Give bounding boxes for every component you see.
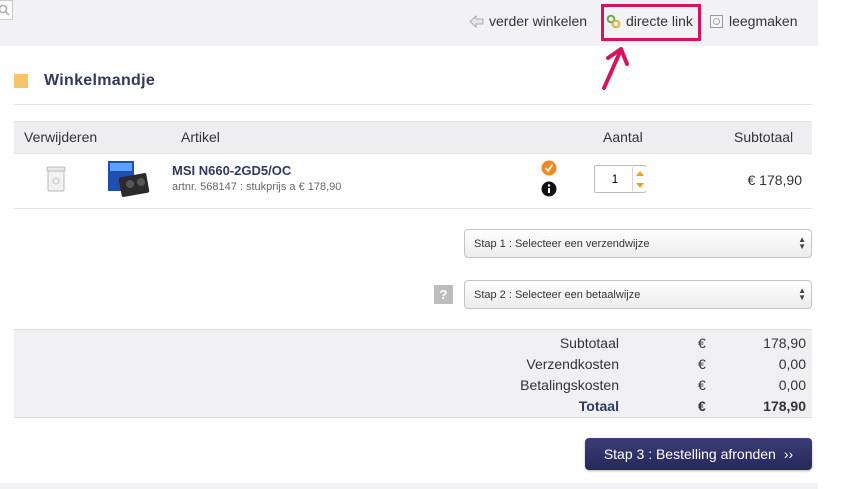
- payment-select-label: Stap 2 : Selecteer een betaalwijze: [474, 289, 641, 301]
- header-article: Artikel: [181, 129, 220, 145]
- quantity-input[interactable]: [599, 171, 631, 187]
- select-arrows-icon: ▲ ▼: [798, 286, 806, 302]
- totals-currency: €: [698, 377, 706, 393]
- empty-cart-label: leegmaken: [729, 13, 798, 29]
- page-title: Winkelmandje: [44, 72, 156, 89]
- search-icon: [0, 4, 10, 16]
- graphics-card-image[interactable]: [106, 155, 150, 199]
- annotation-arrow-icon: [602, 47, 629, 90]
- totals-currency: €: [698, 356, 706, 372]
- chevron-down-icon: [635, 182, 644, 188]
- chevron-up-icon: [635, 170, 644, 176]
- row-subtotal: € 178,90: [747, 172, 803, 188]
- cart-table-header: Verwijderen Artikel Aantal Subtotaal: [14, 121, 812, 154]
- header-remove: Verwijderen: [24, 129, 98, 145]
- header-subtotal: Subtotaal: [734, 129, 794, 145]
- annotation-highlight-box: [601, 4, 701, 41]
- footer-strip: [0, 483, 818, 489]
- checkout-label: Stap 3 : Bestelling afronden: [603, 446, 776, 462]
- table-row: MSI N660-2GD5/OC artnr. 568147 : stukpri…: [14, 153, 812, 209]
- totals-value: 0,00: [778, 377, 806, 393]
- continue-shopping-link[interactable]: verder winkelen: [469, 13, 587, 29]
- product-meta: artnr. 568147 : stukprijs a € 178,90: [172, 181, 342, 193]
- totals-row-total: Totaal € 178,90: [14, 395, 812, 416]
- payment-help-button[interactable]: ?: [434, 285, 453, 304]
- totals-row-shipping: Verzendkosten € 0,00: [14, 353, 812, 374]
- totals-value: 178,90: [763, 335, 806, 351]
- totals-label: Verzendkosten: [526, 356, 619, 372]
- payment-method-select[interactable]: Stap 2 : Selecteer een betaalwijze ▲ ▼: [464, 280, 812, 309]
- totals-label: Betalingskosten: [520, 377, 619, 393]
- totals-row-payment-costs: Betalingskosten € 0,00: [14, 374, 812, 395]
- in-stock-check-icon: [541, 160, 557, 176]
- clear-icon: [710, 14, 723, 28]
- search-button[interactable]: [0, 0, 13, 20]
- select-arrows-icon: ▲ ▼: [798, 235, 806, 251]
- totals-value: 0,00: [778, 356, 806, 372]
- divider: [14, 104, 812, 105]
- page-heading: Winkelmandje: [14, 72, 155, 90]
- product-name-link[interactable]: MSI N660-2GD5/OC: [172, 163, 291, 178]
- shipping-method-select[interactable]: Stap 1 : Selecteer een verzendwijze ▲ ▼: [464, 229, 812, 258]
- totals-currency: €: [698, 398, 706, 414]
- trash-icon[interactable]: [46, 166, 66, 192]
- totals-label: Subtotaal: [559, 335, 619, 351]
- empty-cart-link[interactable]: leegmaken: [709, 13, 798, 29]
- info-icon[interactable]: [541, 181, 557, 197]
- header-quantity: Aantal: [603, 129, 643, 145]
- arrow-back-icon: [469, 14, 484, 28]
- totals-label: Totaal: [578, 398, 619, 414]
- heading-square-icon: [14, 74, 28, 88]
- quantity-decrement-button[interactable]: [632, 179, 646, 191]
- totals-currency: €: [698, 335, 706, 351]
- checkout-button[interactable]: Stap 3 : Bestelling afronden ››: [585, 438, 812, 470]
- totals-value: 178,90: [763, 398, 806, 414]
- shipping-select-label: Stap 1 : Selecteer een verzendwijze: [474, 238, 650, 250]
- quantity-stepper[interactable]: [594, 165, 646, 193]
- chevron-right-icon: ››: [783, 446, 794, 462]
- continue-shopping-label: verder winkelen: [489, 13, 588, 29]
- totals-panel: Subtotaal € 178,90 Verzendkosten € 0,00 …: [14, 329, 812, 418]
- totals-row-subtotal: Subtotaal € 178,90: [14, 332, 812, 353]
